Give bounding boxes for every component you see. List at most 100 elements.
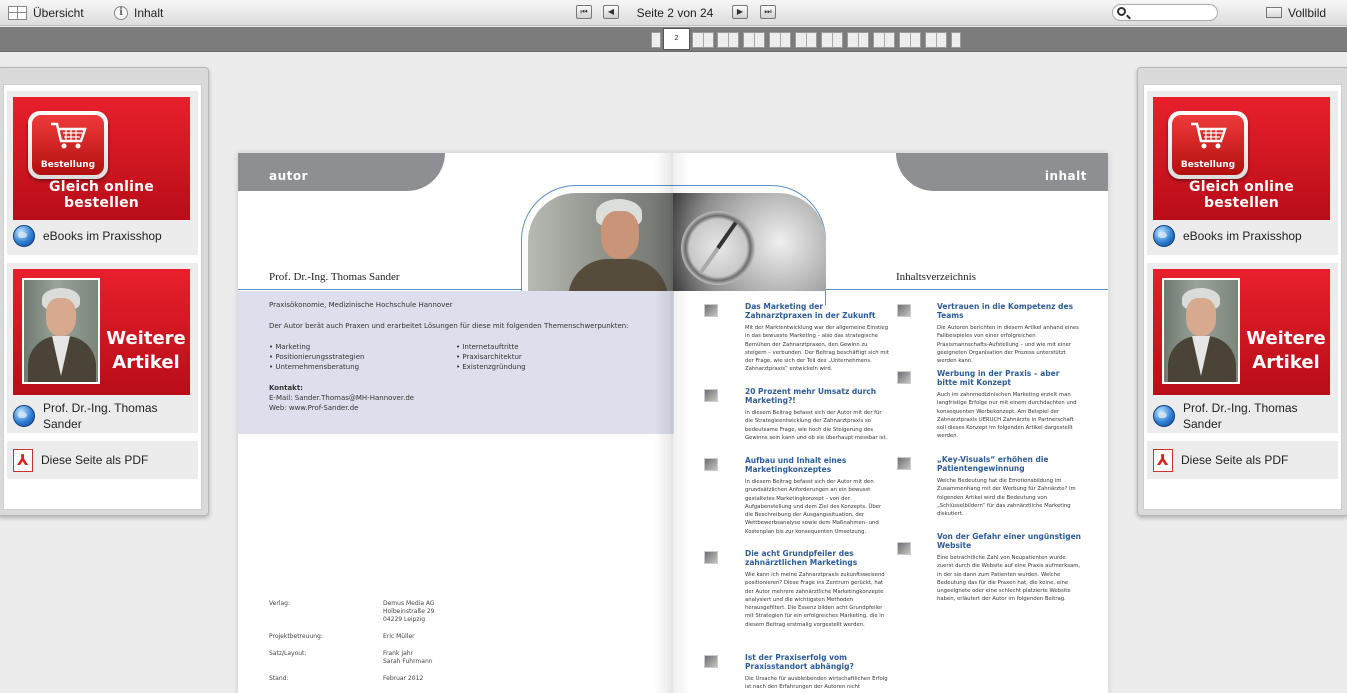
search-input[interactable] bbox=[1129, 6, 1214, 19]
author-contact: Kontakt: E-Mail: Sander.Thomas@MH-Hannov… bbox=[269, 383, 643, 413]
thumbnail-page[interactable] bbox=[925, 32, 947, 48]
thumbnail-page[interactable] bbox=[899, 32, 921, 48]
thumbnail-page[interactable] bbox=[821, 32, 843, 48]
author-link[interactable]: Prof. Dr.-Ing. Thomas Sander bbox=[1153, 399, 1308, 433]
article-thumbnail bbox=[704, 389, 718, 402]
contact-web: Web: www.Prof-Sander.de bbox=[269, 404, 359, 412]
article-thumbnail bbox=[897, 457, 911, 470]
top-toolbar: Übersicht i Inhalt ⏮ ◀ Seite 2 von 24 ▶ … bbox=[0, 0, 1347, 26]
save-pdf-label: Diese Seite als PDF bbox=[41, 453, 149, 467]
topics-right-list: • Internetauftritte • Praxisarchitektur … bbox=[456, 342, 643, 372]
fullscreen-label: Vollbild bbox=[1288, 5, 1327, 20]
pdf-card: Diese Seite als PDF bbox=[7, 441, 198, 479]
save-pdf-link[interactable]: Diese Seite als PDF bbox=[13, 448, 148, 472]
author-portrait bbox=[22, 278, 100, 384]
pdf-icon bbox=[13, 448, 33, 472]
articles-card: Weitere Artikel Prof. Dr.-Ing. Thomas Sa… bbox=[7, 263, 198, 433]
overview-label: Übersicht bbox=[33, 5, 84, 20]
next-page-icon[interactable]: ▶ bbox=[732, 5, 748, 19]
save-pdf-link[interactable]: Diese Seite als PDF bbox=[1153, 448, 1288, 472]
toc-article[interactable]: Das Marketing der Zahnarztpraxen in der … bbox=[745, 302, 890, 374]
toc-article[interactable]: Werbung in der Praxis – aber bitte mit K… bbox=[937, 369, 1082, 441]
imprint-row: Stand: Februar 2012 bbox=[269, 675, 424, 682]
praxisshop-link[interactable]: eBooks im Praxisshop bbox=[1153, 224, 1302, 248]
order-banner[interactable]: Bestellung Gleich online bestellen bbox=[1153, 97, 1330, 220]
thumbnail-page[interactable] bbox=[873, 32, 895, 48]
praxisshop-label: eBooks im Praxisshop bbox=[1183, 229, 1302, 243]
pdf-icon bbox=[1153, 448, 1173, 472]
pdf-card: Diese Seite als PDF bbox=[1147, 441, 1338, 479]
more-articles-text: Weitere Artikel bbox=[106, 328, 186, 373]
contents-label: Inhalt bbox=[134, 5, 164, 20]
topic-item: • Marketing bbox=[269, 343, 311, 351]
toc-article[interactable]: Vertrauen in die Kompetenz des Teams Die … bbox=[937, 302, 1082, 365]
globe-icon bbox=[1153, 405, 1175, 427]
author-portrait bbox=[1162, 278, 1240, 384]
author-link-label: Prof. Dr.-Ing. Thomas Sander bbox=[43, 401, 158, 431]
contents-button[interactable]: i Inhalt bbox=[114, 4, 163, 21]
page-indicator: Seite 2 von 24 bbox=[636, 6, 714, 20]
thumbnail-page[interactable] bbox=[743, 32, 765, 48]
more-articles-banner[interactable]: Weitere Artikel bbox=[13, 269, 190, 395]
article-thumbnail bbox=[897, 371, 911, 384]
contact-email: E-Mail: Sander.Thomas@MH-Hannover.de bbox=[269, 394, 415, 402]
globe-icon bbox=[1153, 225, 1175, 247]
article-thumbnail bbox=[704, 551, 718, 564]
overview-button[interactable]: Übersicht bbox=[8, 4, 84, 21]
thumbnail-page-current[interactable]: 2 bbox=[663, 28, 690, 50]
author-link[interactable]: Prof. Dr.-Ing. Thomas Sander bbox=[13, 399, 168, 433]
magazine-spread[interactable]: autor inhalt Prof. Dr.-Ing. Thomas Sande… bbox=[238, 153, 1108, 693]
fullscreen-icon bbox=[1266, 7, 1282, 18]
order-button[interactable]: Bestellung bbox=[1168, 111, 1248, 179]
previous-page-icon[interactable]: ◀ bbox=[603, 5, 619, 19]
toc-article[interactable]: 20 Prozent mehr Umsatz durch Marketing?!… bbox=[745, 387, 890, 442]
article-thumbnail bbox=[897, 542, 911, 555]
toc-article[interactable]: Die acht Grundpfeiler des zahnärztlichen… bbox=[745, 549, 890, 629]
topic-item: • Praxisarchitektur bbox=[456, 353, 522, 361]
author-link-label: Prof. Dr.-Ing. Thomas Sander bbox=[1183, 401, 1298, 431]
order-banner[interactable]: Bestellung Gleich online bestellen bbox=[13, 97, 190, 220]
thumbnail-page[interactable] bbox=[692, 32, 714, 48]
order-cta-text: Gleich online bestellen bbox=[1189, 179, 1294, 211]
contact-label: Kontakt: bbox=[269, 384, 303, 392]
topic-item: • Positionierungsstrategien bbox=[269, 353, 365, 361]
imprint-row: Verlag: Demus Media AG Holbeinstraße 29 04… bbox=[269, 600, 435, 623]
thumbnail-page[interactable] bbox=[795, 32, 817, 48]
order-card: Bestellung Gleich online bestellen eBook… bbox=[1147, 91, 1338, 255]
shopping-cart-icon bbox=[1191, 122, 1227, 149]
toc-article[interactable]: Ist der Praxiserfolg vom Praxisstandort … bbox=[745, 653, 890, 692]
author-info-box: Praxisökonomie, Medizinische Hochschule … bbox=[238, 291, 674, 434]
first-page-icon[interactable]: ⏮ bbox=[576, 5, 592, 19]
last-page-icon[interactable]: ⏭ bbox=[760, 5, 776, 19]
save-pdf-label: Diese Seite als PDF bbox=[1181, 453, 1289, 467]
author-photo bbox=[528, 193, 673, 291]
page-thumbnail-strip: 2 bbox=[0, 27, 1347, 52]
thumbnail-page[interactable] bbox=[951, 32, 961, 48]
contents-section-tab: inhalt bbox=[896, 153, 1108, 191]
toc-article[interactable]: Von der Gefahr einer ungünstigen Website… bbox=[937, 532, 1082, 604]
imprint-row: Projektbetreuung: Eric Müller bbox=[269, 633, 415, 640]
search-icon bbox=[1117, 7, 1126, 16]
search-field[interactable] bbox=[1112, 4, 1218, 21]
thumbnail-page[interactable] bbox=[847, 32, 869, 48]
divider bbox=[826, 289, 1108, 290]
topic-item: • Internetauftritte bbox=[456, 343, 519, 351]
topic-item: • Existenzgründung bbox=[456, 363, 526, 371]
praxisshop-link[interactable]: eBooks im Praxisshop bbox=[13, 224, 162, 248]
praxisshop-label: eBooks im Praxisshop bbox=[43, 229, 162, 243]
toc-article[interactable]: Aufbau und Inhalt eines Marketingkonzept… bbox=[745, 456, 890, 536]
fullscreen-button[interactable]: Vollbild bbox=[1266, 4, 1326, 21]
thumbnail-page[interactable] bbox=[769, 32, 791, 48]
order-button[interactable]: Bestellung bbox=[28, 111, 108, 179]
toc-heading: Inhaltsverzeichnis bbox=[896, 271, 977, 283]
grid-icon bbox=[8, 5, 27, 20]
toc-article[interactable]: „Key-Visuals“ erhöhen die Patientengewin… bbox=[937, 455, 1082, 518]
author-section-tab: autor bbox=[238, 153, 445, 191]
shopping-cart-icon bbox=[51, 122, 87, 149]
thumbnail-page[interactable] bbox=[717, 32, 739, 48]
more-articles-banner[interactable]: Weitere Artikel bbox=[1153, 269, 1330, 395]
article-thumbnail bbox=[704, 458, 718, 471]
info-icon: i bbox=[114, 5, 128, 20]
thumbnail-page[interactable] bbox=[651, 32, 661, 48]
left-side-panel: Bestellung Gleich online bestellen eBook… bbox=[0, 67, 209, 516]
